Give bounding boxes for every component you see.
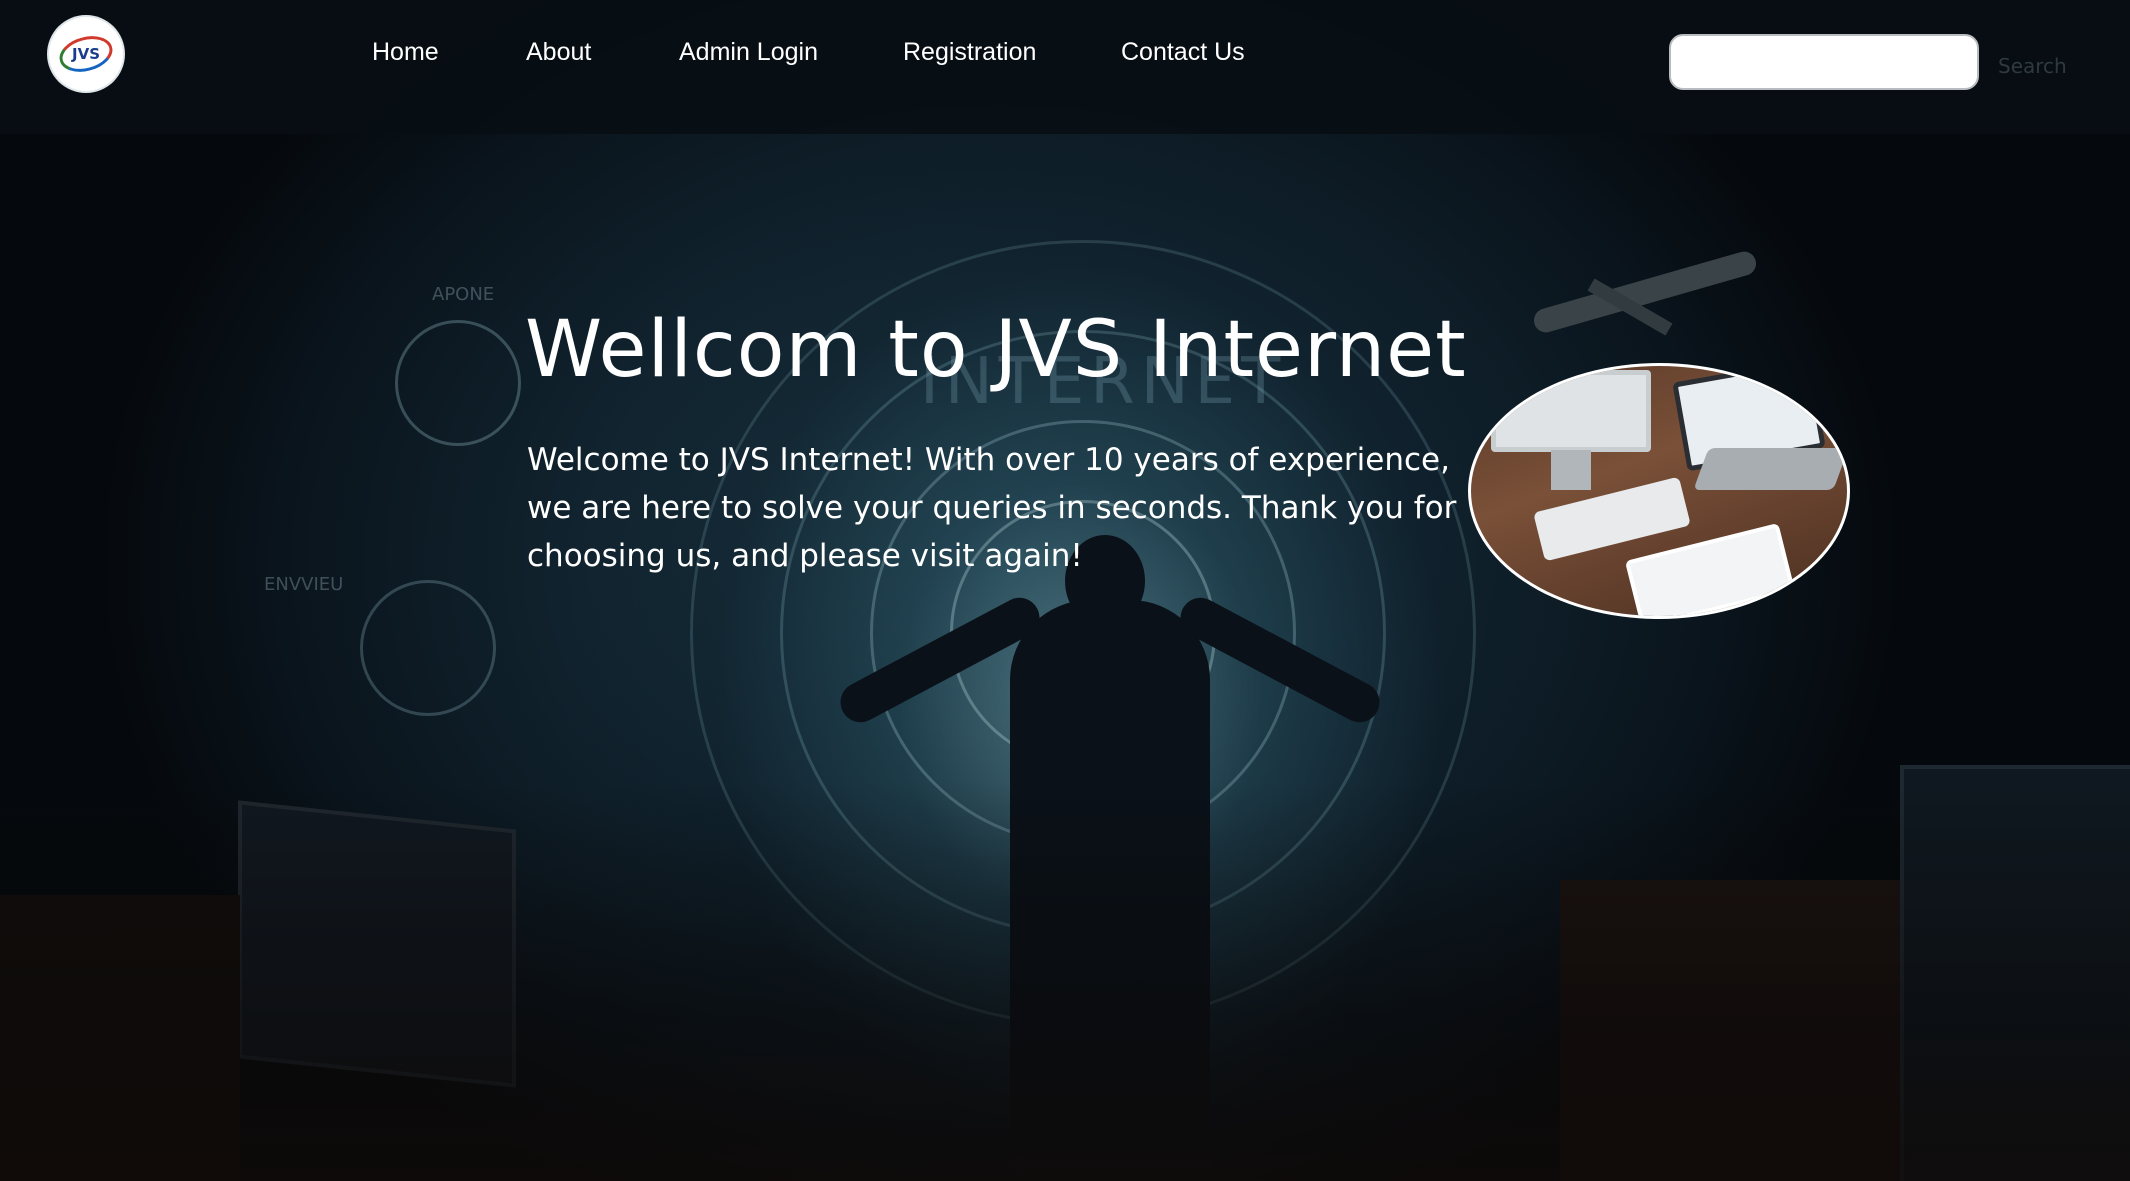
nav-admin-login-link[interactable]: Admin Login [679,38,818,67]
nav-contact-us-link[interactable]: Contact Us [1121,38,1245,67]
hero-description: Welcome to JVS Internet! With over 10 ye… [527,442,1457,574]
search-input[interactable] [1669,34,1979,90]
floor-shadow [0,780,2130,1181]
navbar: JVS Home About Admin Login Registration … [0,0,2130,134]
background-gauge-label-top: APONE [432,284,495,305]
logo[interactable]: JVS [49,17,123,91]
gauge-ring-left [360,580,496,716]
search-button[interactable]: Search [1998,54,2067,78]
imac-stand-shape [1551,450,1591,490]
nav-registration-link[interactable]: Registration [903,38,1036,67]
page: INTERNET APONE ENVVIEU JVS Home About Ad… [0,0,2130,1181]
laptop-base-shape [1693,448,1847,490]
background-gauge-label-left: ENVVIEU [264,574,344,595]
imac-screen-shape [1491,370,1651,452]
nav-home-link[interactable]: Home [372,38,439,67]
tablet-shape [1624,522,1796,616]
logo-text: JVS [72,45,100,63]
hero-title: Wellcom to JVS Internet [525,305,1467,395]
gauge-ring-top [395,320,521,446]
hero-devices-image [1468,363,1850,619]
nav-about-link[interactable]: About [526,38,591,67]
